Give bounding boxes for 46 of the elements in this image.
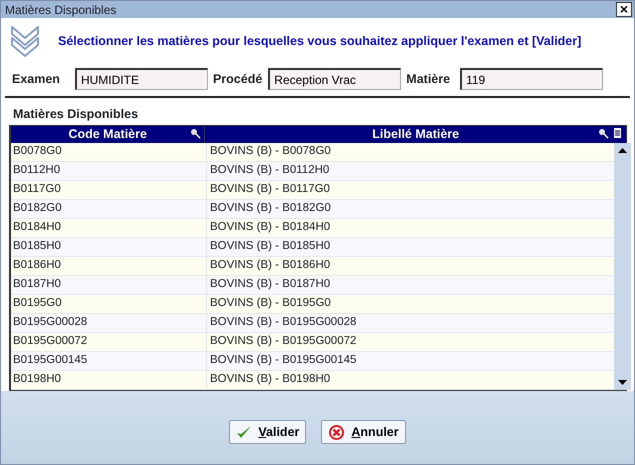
window-title: Matières Disponibles: [5, 2, 116, 18]
table-cell: B0117G0: [11, 180, 207, 199]
table-cell: B0198H0: [11, 370, 207, 389]
field-label: Examen: [12, 70, 60, 88]
text-field[interactable]: HUMIDITE: [74, 68, 208, 90]
table-cell-text: BOVINS (B) - B0195G00072: [209, 334, 358, 350]
cancel-icon: [328, 424, 346, 441]
table-cell: B0078G0: [11, 142, 207, 161]
table-cell-text: BOVINS (B) - B0185H0: [209, 239, 332, 254]
table-cell: B0182G0: [11, 200, 207, 218]
table-cell: B0186H0: [11, 256, 207, 275]
table-cell-text: BOVINS (B) - B0182G0: [209, 201, 332, 216]
text-field[interactable]: 119: [460, 68, 604, 90]
table-cell: B0195G0: [11, 294, 207, 313]
scrollbar[interactable]: [614, 142, 631, 390]
table-cell: B0195G00028: [11, 314, 207, 332]
table-cell-text: BOVINS (B) - B0078G0: [209, 144, 332, 160]
cancel-button[interactable]: Annuler: [321, 420, 406, 444]
table-cell: B0185H0: [11, 238, 207, 256]
table-cell-text: BOVINS (B) - B0112H0: [209, 163, 330, 178]
table-cell-text: BOVINS (B) - B0195G00145: [209, 353, 358, 368]
field-label: Procédé: [212, 70, 262, 88]
table-cell: B0112H0: [11, 162, 207, 180]
table-cell-text: BOVINS (B) - B0195G0: [209, 296, 332, 312]
table-cell: B0195G00072: [11, 332, 207, 351]
text-field[interactable]: Reception Vrac: [268, 68, 402, 90]
checkmark-icon: [236, 424, 252, 440]
close-button[interactable]: ×: [616, 2, 632, 17]
table-cell-text: BOVINS (B) - B0195G00028: [209, 315, 358, 330]
section-title: Matières Disponibles: [12, 106, 140, 123]
table-cell: B0184H0: [11, 218, 207, 237]
column-header[interactable]: Libellé Matière: [205, 126, 626, 143]
table-cell-text: BOVINS (B) - B0184H0: [209, 220, 332, 236]
search-icon[interactable]: [598, 128, 609, 139]
table-cell-text: BOVINS (B) - B0186H0: [209, 258, 332, 274]
table-cell-text: BOVINS (B) - B0187H0: [209, 277, 332, 292]
search-icon[interactable]: [190, 128, 202, 139]
table-cell-text: BOVINS (B) - B0198H0: [209, 372, 332, 388]
instruction-text: Sélectionner les matières pour lesquelles vous souhaitez appliquer l'examen et [Valider]: [58, 32, 582, 50]
table-cell: B0187H0: [11, 276, 207, 294]
table-cell-text: BOVINS (B) - B0117G0: [209, 182, 331, 198]
column-chooser-icon[interactable]: [613, 126, 622, 139]
table-cell: B0195G00145: [11, 352, 207, 370]
chevron-icon: [9, 24, 41, 58]
field-label: Matière: [406, 70, 450, 88]
validate-button[interactable]: Valider: [229, 420, 306, 444]
